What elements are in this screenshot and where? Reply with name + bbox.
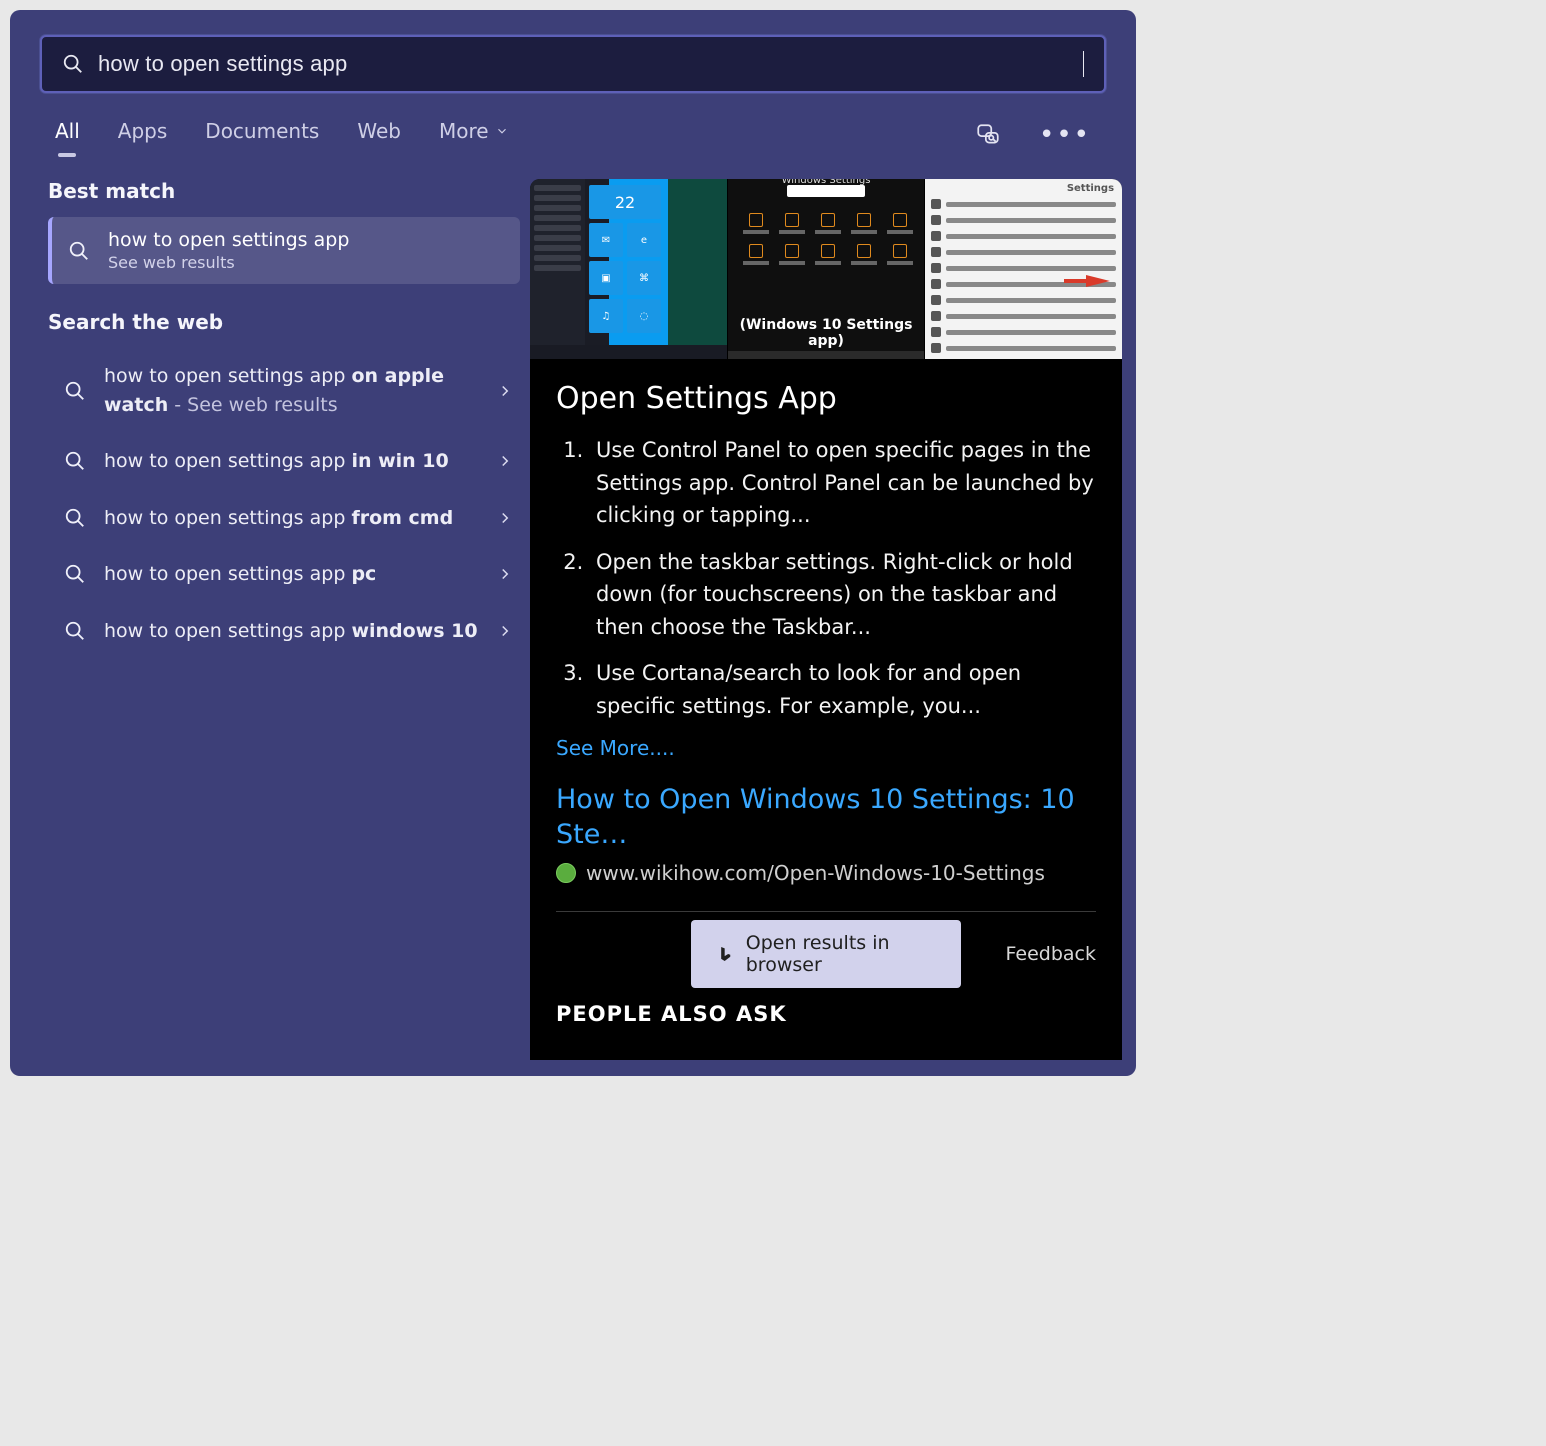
preview-panel: 22✉e▣⌘♫◌ Windows Settings (Windows 10 Se…	[530, 179, 1122, 1060]
preview-title: Open Settings App	[556, 381, 1096, 416]
web-suggestion-text: how to open settings app from cmd	[104, 504, 480, 533]
filter-tabs-row: All Apps Documents Web More •••	[55, 119, 1091, 151]
best-match-item[interactable]: how to open settings app See web results	[48, 217, 520, 284]
search-icon	[62, 380, 88, 402]
preview-step: Use Cortana/search to look for and open …	[590, 657, 1096, 722]
search-icon	[62, 563, 88, 585]
bing-icon	[717, 942, 734, 966]
open-in-browser-label: Open results in browser	[746, 932, 935, 976]
see-more-link[interactable]: See More....	[556, 736, 1096, 760]
preview-step: Use Control Panel to open specific pages…	[590, 434, 1096, 532]
search-input[interactable]	[98, 51, 1085, 77]
web-suggestion-item[interactable]: how to open settings app windows 10	[48, 603, 520, 660]
web-suggestion-text: how to open settings app in win 10	[104, 447, 480, 476]
search-icon	[62, 53, 84, 75]
filter-more-label: More	[439, 119, 489, 143]
people-also-ask-header: PEOPLE ALSO ASK	[556, 1002, 1096, 1026]
search-box[interactable]	[40, 35, 1106, 93]
chat-search-icon[interactable]	[975, 122, 1001, 148]
results-list: Best match how to open settings app See …	[10, 179, 530, 1060]
thumbnail-ios-settings: Settings	[924, 179, 1122, 359]
preview-steps-list: Use Control Panel to open specific pages…	[556, 434, 1096, 722]
search-icon	[62, 620, 88, 642]
search-icon	[62, 450, 88, 472]
filter-tab-all[interactable]: All	[55, 119, 80, 151]
chevron-right-icon	[496, 565, 514, 583]
chevron-down-icon	[495, 124, 509, 138]
more-options-icon[interactable]: •••	[1039, 122, 1091, 148]
search-icon	[66, 240, 92, 262]
web-suggestion-item[interactable]: how to open settings app pc	[48, 546, 520, 603]
filter-tab-apps[interactable]: Apps	[118, 119, 168, 151]
web-suggestion-text: how to open settings app pc	[104, 560, 480, 589]
thumbnail-start-menu: 22✉e▣⌘♫◌	[530, 179, 727, 359]
web-suggestion-text: how to open settings app windows 10	[104, 617, 480, 646]
chevron-right-icon	[496, 509, 514, 527]
best-match-header: Best match	[48, 179, 520, 203]
thumbnail-windows-settings: Windows Settings (Windows 10 Settings ap…	[727, 179, 925, 359]
chevron-right-icon	[496, 382, 514, 400]
search-box-container	[40, 35, 1106, 93]
filter-tab-documents[interactable]: Documents	[205, 119, 319, 151]
web-suggestion-item[interactable]: how to open settings app in win 10	[48, 433, 520, 490]
thumbnail-caption: (Windows 10 Settings app)	[728, 317, 925, 349]
feedback-link[interactable]: Feedback	[1006, 943, 1096, 965]
open-in-browser-button[interactable]: Open results in browser	[691, 920, 961, 988]
best-match-subtitle: See web results	[108, 253, 349, 272]
web-suggestion-item[interactable]: how to open settings app from cmd	[48, 490, 520, 547]
best-match-title: how to open settings app	[108, 229, 349, 251]
source-url: www.wikihow.com/Open-Windows-10-Settings	[586, 861, 1045, 885]
web-suggestion-item[interactable]: how to open settings app on apple watch …	[48, 348, 520, 433]
search-window: All Apps Documents Web More ••• Best mat…	[10, 10, 1136, 1076]
web-suggestion-text: how to open settings app on apple watch …	[104, 362, 480, 419]
wikihow-favicon	[556, 863, 576, 883]
thumbnail-ios-title: Settings	[1067, 183, 1114, 194]
divider	[556, 911, 1096, 912]
web-suggestions-list: how to open settings app on apple watch …	[48, 348, 520, 659]
preview-step: Open the taskbar settings. Right-click o…	[590, 546, 1096, 644]
chevron-right-icon	[496, 452, 514, 470]
search-icon	[62, 507, 88, 529]
chevron-right-icon	[496, 622, 514, 640]
arrow-icon	[1086, 275, 1110, 287]
filter-tab-more[interactable]: More	[439, 119, 509, 151]
search-the-web-header: Search the web	[48, 310, 520, 334]
source-title-link[interactable]: How to Open Windows 10 Settings: 10 Ste…	[556, 782, 1096, 852]
filter-tab-web[interactable]: Web	[357, 119, 401, 151]
text-cursor	[1083, 51, 1084, 77]
preview-thumbnails: 22✉e▣⌘♫◌ Windows Settings (Windows 10 Se…	[530, 179, 1122, 359]
